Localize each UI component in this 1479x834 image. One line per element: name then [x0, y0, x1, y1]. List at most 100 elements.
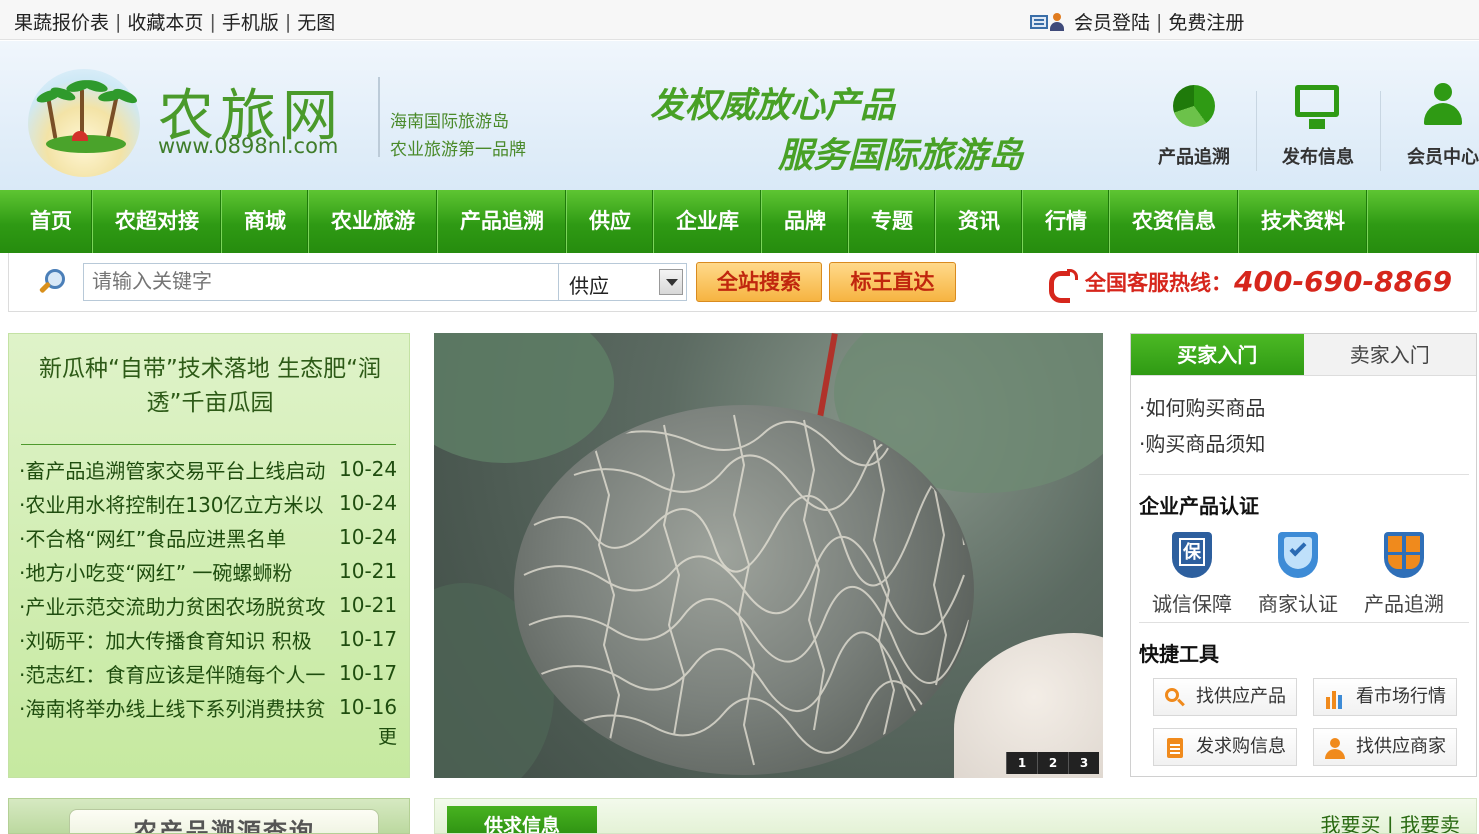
price-list-link[interactable]: 果蔬报价表: [14, 8, 109, 35]
post-buy-button[interactable]: 发求购信息: [1153, 728, 1297, 766]
tool-label: 找供应产品: [1196, 686, 1286, 707]
nav-item-supermarket[interactable]: 农超对接: [93, 190, 222, 253]
cert-title: 企业产品认证: [1139, 494, 1259, 518]
news-headline[interactable]: 新瓜种“自带”技术落地 生态肥“润透”千亩瓜园: [29, 352, 391, 420]
header-product-trace[interactable]: 产品追溯: [1139, 81, 1249, 169]
nav-item-news[interactable]: 资讯: [936, 190, 1023, 253]
chevron-down-icon[interactable]: [659, 269, 683, 295]
slide-dot[interactable]: 1: [1006, 752, 1037, 774]
tool-label: 发求购信息: [1196, 736, 1286, 757]
news-date: 10-21: [339, 593, 398, 617]
list-item[interactable]: ·刘砺平：加大传播食育知识 积极 10-17: [19, 622, 407, 656]
bookmark-link[interactable]: 收藏本页: [127, 8, 203, 35]
news-date: 10-17: [339, 627, 398, 651]
list-item[interactable]: ·农业用水将控制在130亿立方米以 10-24: [19, 486, 407, 520]
tool-label: 看市场行情: [1356, 686, 1446, 707]
list-item[interactable]: ·范志红：食育应该是伴随每个人一 10-17: [19, 656, 407, 690]
melon-photo-slider[interactable]: 1 2 3: [434, 333, 1103, 778]
hotline: 全国客服热线： 400-690-8869: [1045, 265, 1453, 303]
list-item[interactable]: ·产业示范交流助力贫困农场脱贫攻 10-21: [19, 588, 407, 622]
buy-notice-link[interactable]: ·购买商品须知: [1139, 426, 1476, 462]
site-search-button[interactable]: 全站搜索: [696, 262, 822, 302]
hotline-label: 全国客服热线：: [1085, 270, 1232, 295]
search-input[interactable]: [83, 263, 559, 301]
news-date: 10-21: [339, 559, 398, 583]
want-sell-link[interactable]: 我要卖: [1400, 813, 1460, 833]
login-link[interactable]: 会员登陆: [1074, 8, 1150, 35]
separator: |: [1386, 813, 1394, 834]
buy-sell-links: 我要买 | 我要卖: [1321, 809, 1460, 834]
search-category-value: 供应: [569, 274, 609, 298]
more-link[interactable]: 更: [378, 722, 397, 749]
nav-item-trace[interactable]: 产品追溯: [438, 190, 567, 253]
news-list: ·畜产品追溯管家交易平台上线启动 10-24 ·农业用水将控制在130亿立方米以 1…: [19, 452, 407, 724]
market-quote-button[interactable]: 看市场行情: [1313, 678, 1457, 716]
cert-label: 诚信保障: [1152, 592, 1232, 616]
search-category-select[interactable]: 供应: [559, 263, 687, 301]
nav-item-home[interactable]: 首页: [0, 190, 93, 253]
divider: [1139, 622, 1469, 623]
main-nav: 首页 农超对接 商城 农业旅游 产品追溯 供应 企业库 品牌 专题 资讯 行情 …: [0, 190, 1479, 253]
header-icon-label: 产品追溯: [1158, 147, 1230, 168]
logo-island-icon[interactable]: [28, 69, 140, 177]
no-image-link[interactable]: 无图: [297, 8, 335, 35]
hotline-number: 400-690-8869: [1234, 265, 1453, 298]
list-item[interactable]: ·畜产品追溯管家交易平台上线启动 10-24: [19, 452, 407, 486]
mobile-link[interactable]: 手机版: [222, 8, 279, 35]
melon: [514, 405, 974, 775]
phone-icon: [1045, 267, 1081, 303]
separator: |: [209, 10, 216, 33]
news-date: 10-16: [339, 695, 398, 719]
news-title[interactable]: ·地方小吃变“网红” 一碗螺蛳粉: [19, 557, 339, 586]
tab-buyer-guide[interactable]: 买家入门: [1131, 334, 1304, 375]
nav-item-topics[interactable]: 专题: [849, 190, 936, 253]
nav-item-mall[interactable]: 商城: [222, 190, 309, 253]
news-title[interactable]: ·范志红：食育应该是伴随每个人一: [19, 659, 339, 688]
slide-dot[interactable]: 3: [1068, 752, 1099, 774]
account-links: 会员登陆 | 免费注册: [1030, 8, 1244, 35]
nav-item-market[interactable]: 行情: [1023, 190, 1110, 253]
news-title[interactable]: ·产业示范交流助力贫困农场脱贫攻: [19, 591, 339, 620]
banner-line-1: 发权威放心产品: [650, 86, 896, 126]
tab-supply-demand[interactable]: 供求信息: [447, 806, 597, 833]
header-publish-info[interactable]: 发布信息: [1263, 81, 1373, 169]
nav-item-agri-supplies[interactable]: 农资信息: [1110, 190, 1239, 253]
header-icon-label: 发布信息: [1282, 147, 1354, 168]
cert-integrity[interactable]: 保 诚信保障: [1139, 532, 1245, 617]
how-to-buy-link[interactable]: ·如何购买商品: [1139, 390, 1476, 426]
news-title[interactable]: ·畜产品追溯管家交易平台上线启动: [19, 455, 339, 484]
direct-search-button[interactable]: 标王直达: [829, 262, 956, 302]
register-link[interactable]: 免费注册: [1168, 8, 1244, 35]
list-item[interactable]: ·地方小吃变“网红” 一碗螺蛳粉 10-21: [19, 554, 407, 588]
slide-dot[interactable]: 2: [1037, 752, 1068, 774]
nav-item-companies[interactable]: 企业库: [654, 190, 762, 253]
header-member-center[interactable]: 会员中心: [1388, 81, 1479, 169]
nav-item-supply[interactable]: 供应: [567, 190, 654, 253]
nav-item-agri-tourism[interactable]: 农业旅游: [309, 190, 438, 253]
cert-trace[interactable]: 产品追溯: [1351, 532, 1457, 617]
want-buy-link[interactable]: 我要买: [1321, 813, 1381, 833]
news-date: 10-24: [339, 491, 398, 515]
logo-url: www.0898nl.com: [158, 134, 339, 158]
nav-item-brands[interactable]: 品牌: [762, 190, 849, 253]
cross-shield-icon: [1382, 532, 1426, 582]
shield-bao-icon: 保: [1170, 532, 1214, 582]
list-item[interactable]: ·不合格“网红”食品应进黑名单 10-24: [19, 520, 407, 554]
nav-item-tech[interactable]: 技术资料: [1239, 190, 1368, 253]
supply-demand-panel: 供求信息 我要买 | 我要卖: [434, 798, 1477, 834]
list-item[interactable]: ·海南将举办线上线下系列消费扶贫 10-16: [19, 690, 407, 724]
trace-query-title[interactable]: 农产品溯源查询: [69, 809, 379, 833]
banner-line-2: 服务国际旅游岛: [778, 136, 1024, 176]
find-seller-button[interactable]: 找供应商家: [1313, 728, 1457, 766]
news-title[interactable]: ·海南将举办线上线下系列消费扶贫: [19, 693, 339, 722]
site-header: 农旅网 www.0898nl.com 海南国际旅游岛 农业旅游第一品牌 发权威放…: [0, 41, 1479, 190]
divider: [1256, 91, 1257, 171]
news-title[interactable]: ·农业用水将控制在130亿立方米以: [19, 489, 339, 518]
tab-seller-guide[interactable]: 卖家入门: [1303, 334, 1476, 375]
news-title[interactable]: ·刘砺平：加大传播食育知识 积极: [19, 625, 339, 654]
top-links: 果蔬报价表 | 收藏本页 | 手机版 | 无图: [14, 8, 335, 35]
cert-merchant[interactable]: 商家认证: [1245, 532, 1351, 617]
separator: |: [1156, 10, 1163, 33]
find-supply-button[interactable]: 找供应产品: [1153, 678, 1297, 716]
news-title[interactable]: ·不合格“网红”食品应进黑名单: [19, 523, 339, 552]
